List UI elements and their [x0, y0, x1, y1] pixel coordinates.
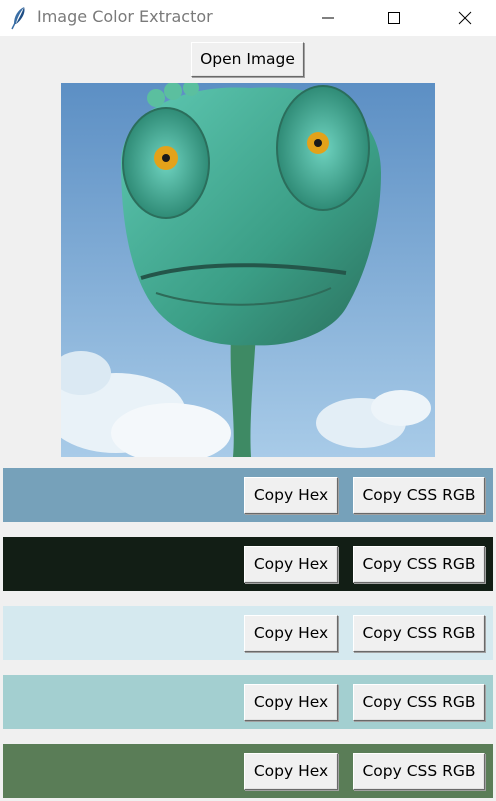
title-bar[interactable]: Image Color Extractor [0, 0, 496, 36]
color-swatch: Copy Hex Copy CSS RGB [3, 744, 493, 798]
minimize-button[interactable] [305, 0, 351, 36]
copy-css-rgb-button[interactable]: Copy CSS RGB [353, 477, 485, 514]
color-swatch: Copy Hex Copy CSS RGB [3, 468, 493, 522]
copy-hex-button[interactable]: Copy Hex [244, 615, 338, 652]
maximize-button[interactable] [371, 0, 417, 36]
copy-hex-button[interactable]: Copy Hex [244, 753, 338, 790]
open-image-button[interactable]: Open Image [191, 42, 304, 77]
copy-hex-button[interactable]: Copy Hex [244, 684, 338, 721]
feather-icon [10, 6, 28, 30]
maximize-icon [388, 12, 400, 24]
copy-css-rgb-button[interactable]: Copy CSS RGB [353, 684, 485, 721]
color-swatch: Copy Hex Copy CSS RGB [3, 537, 493, 591]
color-swatch: Copy Hex Copy CSS RGB [3, 606, 493, 660]
close-button[interactable] [442, 0, 488, 36]
color-swatch: Copy Hex Copy CSS RGB [3, 675, 493, 729]
copy-css-rgb-button[interactable]: Copy CSS RGB [353, 615, 485, 652]
copy-hex-button[interactable]: Copy Hex [244, 477, 338, 514]
window-title: Image Color Extractor [37, 7, 213, 26]
close-icon [458, 11, 472, 25]
copy-hex-button[interactable]: Copy Hex [244, 546, 338, 583]
copy-css-rgb-button[interactable]: Copy CSS RGB [353, 546, 485, 583]
copy-css-rgb-button[interactable]: Copy CSS RGB [353, 753, 485, 790]
minimize-icon [322, 17, 334, 19]
loaded-image [61, 83, 435, 457]
